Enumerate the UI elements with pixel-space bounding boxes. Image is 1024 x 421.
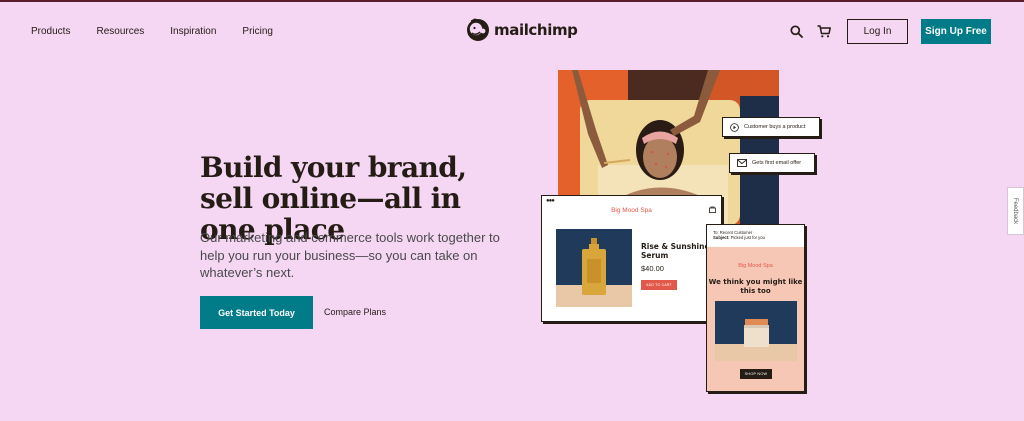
search-icon[interactable]: [787, 23, 805, 41]
get-started-button[interactable]: Get Started Today: [200, 296, 313, 329]
mailchimp-logo[interactable]: mailchimp: [466, 18, 578, 42]
logo-wordmark: mailchimp: [494, 21, 578, 39]
customer-buys-text: Customer buys a product: [744, 124, 806, 130]
mailchimp-logo-icon: [467, 18, 489, 41]
email-subject-value: Picked just for you: [730, 235, 765, 241]
first-email-text: Gets first email offer: [752, 160, 802, 166]
jar-product-image: [715, 301, 797, 361]
signup-button[interactable]: Sign Up Free: [921, 19, 991, 44]
email-store-name: Big Mood Spa: [738, 263, 773, 269]
feedback-label: Feedback: [1012, 197, 1019, 225]
shop-now-button[interactable]: SHOP NOW: [740, 369, 772, 379]
mail-icon: [737, 159, 747, 167]
store-name: Big Mood Spa: [611, 207, 652, 214]
nav-link-pricing[interactable]: Pricing: [242, 26, 273, 37]
feedback-tab[interactable]: Feedback: [1007, 187, 1024, 235]
product-price: $40.00: [641, 264, 664, 273]
customer-buys-bubble: Customer buys a product: [722, 117, 820, 137]
email-headline: We think you might like this too: [708, 278, 803, 295]
email-subject-line: Subject: Picked just for you: [713, 235, 765, 240]
login-button[interactable]: Log In: [847, 19, 908, 44]
play-icon: [730, 122, 739, 132]
add-to-cart-button[interactable]: ADD TO CART: [641, 280, 677, 290]
window-dots-icon: ●●●: [546, 198, 555, 204]
cart-icon[interactable]: [815, 23, 833, 41]
nav-link-products[interactable]: Products: [31, 26, 70, 37]
hero-subtitle: Our marketing and commerce tools work to…: [200, 230, 500, 280]
nav-link-resources[interactable]: Resources: [96, 26, 144, 37]
email-subject-label: Subject:: [713, 235, 730, 241]
compare-plans-link[interactable]: Compare Plans: [324, 307, 386, 317]
first-email-bubble: Gets first email offer: [729, 153, 815, 173]
nav-links: Products Resources Inspiration Pricing: [31, 26, 273, 37]
nav-link-inspiration[interactable]: Inspiration: [170, 26, 216, 37]
store-product-card: ●●● Big Mood Spa Rise & Sunshine Serum $…: [541, 195, 722, 322]
email-header: To: Recent Customer Subject: Picked just…: [713, 230, 765, 241]
email-preview-card: To: Recent Customer Subject: Picked just…: [706, 224, 805, 392]
serum-product-image: [556, 229, 632, 307]
top-navigation: Products Resources Inspiration Pricing m…: [0, 2, 1024, 62]
nav-actions: Log In Sign Up Free: [787, 19, 991, 44]
